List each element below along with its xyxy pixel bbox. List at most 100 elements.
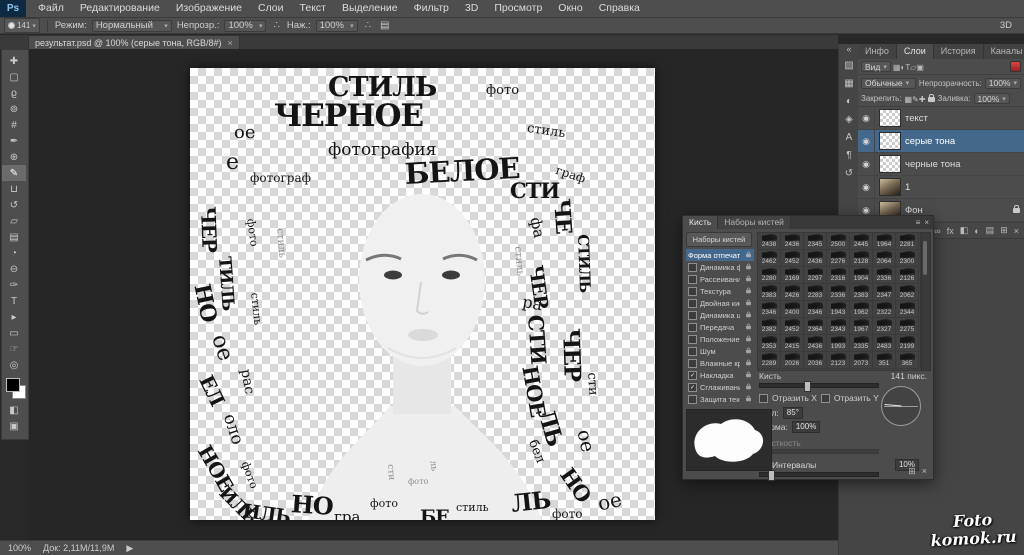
- brush-preset-2336[interactable]: 2336: [873, 267, 896, 284]
- panel-close-icon[interactable]: ×: [924, 218, 929, 227]
- brush-option-5[interactable]: Динамика цвета: [686, 309, 754, 321]
- brush-preset-2199[interactable]: 2199: [896, 335, 919, 352]
- history-panel-icon[interactable]: ↺: [839, 164, 859, 182]
- opacity-select[interactable]: 100%: [224, 19, 267, 32]
- eyedropper-tool[interactable]: ✒: [2, 133, 26, 149]
- history-brush-tool[interactable]: ↺: [2, 197, 26, 213]
- brush-option-10[interactable]: Накладка: [686, 369, 754, 381]
- brush-panel-tab-0[interactable]: Кисть: [683, 216, 719, 229]
- brush-preset-1962[interactable]: 1962: [850, 301, 873, 318]
- document-tab[interactable]: результат.psd @ 100% (серые тона, RGB/8#…: [28, 35, 240, 49]
- menu-item-10[interactable]: Справка: [591, 0, 648, 17]
- flip-x-checkbox[interactable]: [759, 393, 768, 403]
- brush-preset-2445[interactable]: 2445: [850, 233, 873, 250]
- panel-tab-1[interactable]: Слои: [896, 44, 934, 59]
- type-tool[interactable]: T: [2, 293, 26, 309]
- brush-preset-2500[interactable]: 2500: [827, 233, 850, 250]
- option-checkbox[interactable]: [688, 358, 697, 368]
- zoom-tool[interactable]: ◎: [2, 357, 26, 373]
- brush-preset-2346[interactable]: 2346: [758, 301, 781, 318]
- option-checkbox[interactable]: [688, 370, 697, 380]
- menu-item-4[interactable]: Текст: [292, 0, 334, 17]
- brush-option-9[interactable]: Влажные края: [686, 357, 754, 369]
- lock-position-icon[interactable]: ✚: [919, 95, 926, 104]
- brush-option-11[interactable]: Сглаживание: [686, 381, 754, 393]
- brush-panel-tab-1[interactable]: Наборы кистей: [718, 216, 791, 229]
- option-checkbox[interactable]: [688, 346, 697, 356]
- collapse-panels-icon[interactable]: «: [839, 44, 859, 56]
- visibility-toggle-icon[interactable]: ◉: [858, 107, 875, 129]
- airbrush-pressure-icon[interactable]: ∴: [363, 20, 373, 31]
- brush-option-6[interactable]: Передача: [686, 321, 754, 333]
- option-checkbox[interactable]: [688, 322, 697, 332]
- brush-option-0[interactable]: Форма отпечатка кисти: [686, 249, 754, 261]
- shape-tool[interactable]: ▭: [2, 325, 26, 341]
- document-canvas[interactable]: СТИЛЬ фото ЧЕРНОЕ ое фотография стиль БЕЛОЕ фот…: [190, 68, 655, 520]
- brush-preset-2289[interactable]: 2289: [758, 352, 781, 369]
- brush-preset-1943[interactable]: 1943: [827, 301, 850, 318]
- layer-group-icon[interactable]: ▤: [986, 225, 995, 236]
- panel-menu-icon[interactable]: ≡: [916, 218, 921, 227]
- brush-preset-2276[interactable]: 2276: [827, 250, 850, 267]
- brush-preset-2452[interactable]: 2452: [781, 250, 804, 267]
- brush-preset-2026[interactable]: 2026: [781, 352, 804, 369]
- brush-preset-2297[interactable]: 2297: [804, 267, 827, 284]
- brush-preset-2436[interactable]: 2436: [781, 233, 804, 250]
- option-checkbox[interactable]: [688, 334, 697, 344]
- brush-preset-1967[interactable]: 1967: [850, 318, 873, 335]
- brush-preset-2126[interactable]: 2126: [896, 267, 919, 284]
- brush-preset-2345[interactable]: 2345: [804, 233, 827, 250]
- new-brush-icon[interactable]: ⊞: [908, 466, 916, 477]
- brush-preset-2336[interactable]: 2336: [827, 284, 850, 301]
- brush-preset-2275[interactable]: 2275: [896, 318, 919, 335]
- brush-option-4[interactable]: Двойная кисть: [686, 297, 754, 309]
- brush-option-8[interactable]: Шум: [686, 345, 754, 357]
- brush-preset-2123[interactable]: 2123: [827, 352, 850, 369]
- brush-preset-2036[interactable]: 2036: [804, 352, 827, 369]
- layer-effects-icon[interactable]: fx: [947, 226, 954, 236]
- panel-tab-2[interactable]: История: [933, 44, 984, 59]
- brush-preset-1993[interactable]: 1993: [827, 335, 850, 352]
- dodge-tool[interactable]: ⊖: [2, 261, 26, 277]
- brush-preset-2347[interactable]: 2347: [873, 284, 896, 301]
- delete-layer-icon[interactable]: ×: [1014, 226, 1019, 236]
- brush-preset-2335[interactable]: 2335: [850, 335, 873, 352]
- brush-preset-2283[interactable]: 2283: [804, 284, 827, 301]
- path-selection-tool[interactable]: ▸: [2, 309, 26, 325]
- brush-preset-2073[interactable]: 2073: [850, 352, 873, 369]
- styles-panel-icon[interactable]: ◈: [839, 110, 859, 128]
- close-icon[interactable]: ×: [228, 38, 233, 48]
- brush-option-3[interactable]: Текстура: [686, 285, 754, 297]
- brush-preset-2400[interactable]: 2400: [781, 301, 804, 318]
- brush-preset-2280[interactable]: 2280: [758, 267, 781, 284]
- layer-row-3[interactable]: ◉ 1: [858, 176, 1024, 199]
- brush-preset-2436[interactable]: 2436: [804, 335, 827, 352]
- link-layers-icon[interactable]: ∞: [934, 226, 940, 236]
- adjustments-panel-icon[interactable]: ◐: [839, 92, 859, 110]
- lock-transparency-icon[interactable]: ▦: [905, 95, 913, 104]
- spacing-slider[interactable]: [759, 470, 879, 481]
- menu-item-7[interactable]: 3D: [457, 0, 486, 17]
- clone-stamp-tool[interactable]: ⊔: [2, 181, 26, 197]
- mode-select[interactable]: Нормальный: [91, 19, 172, 32]
- brush-preset-2327[interactable]: 2327: [873, 318, 896, 335]
- adjustment-layer-icon[interactable]: ◐: [974, 226, 979, 236]
- healing-brush-tool[interactable]: ⊕: [2, 149, 26, 165]
- brush-preset-2281[interactable]: 2281: [896, 233, 919, 250]
- status-arrow-icon[interactable]: ▶: [126, 543, 133, 554]
- hand-tool[interactable]: ☞: [2, 341, 26, 357]
- panel-tab-0[interactable]: Инфо: [858, 44, 897, 59]
- airbrush-icon[interactable]: ∴: [271, 20, 281, 31]
- filter-smart-objects-icon[interactable]: ▣: [916, 63, 924, 72]
- marquee-tool[interactable]: ▢: [2, 69, 26, 85]
- blur-tool[interactable]: ◔: [2, 245, 26, 261]
- lock-pixels-icon[interactable]: ✎: [912, 95, 919, 104]
- brush-preset-2383[interactable]: 2383: [850, 284, 873, 301]
- brush-preset-2452[interactable]: 2452: [781, 318, 804, 335]
- brush-presets-button[interactable]: Наборы кистей: [686, 232, 752, 247]
- brush-preset-2169[interactable]: 2169: [781, 267, 804, 284]
- menu-item-5[interactable]: Выделение: [334, 0, 406, 17]
- brush-preset-2346[interactable]: 2346: [804, 301, 827, 318]
- option-checkbox[interactable]: [688, 298, 697, 308]
- layer-row-1[interactable]: ◉ серые тона: [858, 130, 1024, 153]
